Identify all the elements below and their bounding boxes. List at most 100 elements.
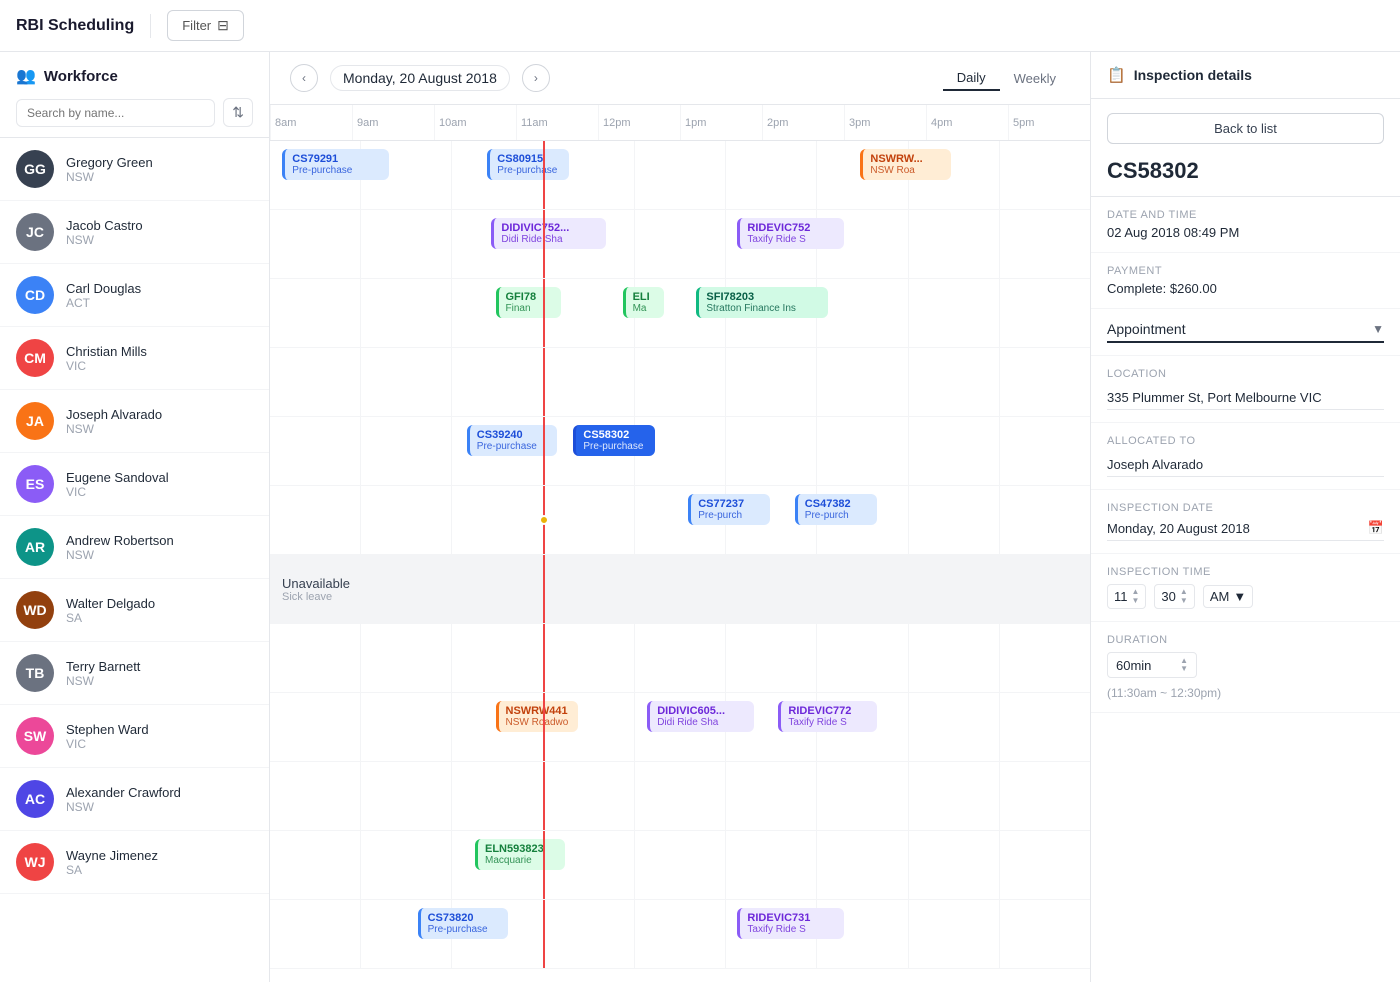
time-cell-7 <box>908 762 999 830</box>
sidebar-title-row: 👥 Workforce <box>16 66 253 86</box>
row-slots-w1: CS79291Pre-purchase CS80915Pre-purchase NS… <box>270 141 1090 209</box>
appointment-CS58302[interactable]: CS58302Pre-purchase <box>573 425 655 456</box>
filter-icon: ⊟ <box>217 17 229 34</box>
time-header-11am: 11am <box>516 105 598 140</box>
filter-button[interactable]: Filter ⊟ <box>167 10 244 41</box>
time-header-2pm: 2pm <box>762 105 844 140</box>
sort-button[interactable]: ⇅ <box>223 98 253 127</box>
worker-item-w3[interactable]: CD Carl Douglas ACT <box>0 264 269 327</box>
date-time-section: Date and time 02 Aug 2018 08:49 PM <box>1091 197 1400 253</box>
time-cell-5 <box>725 762 816 830</box>
row-slots-w9: NSWRW441NSW Roadwo DIDIVIC605...Didi Ride… <box>270 693 1090 761</box>
duration-label: Duration <box>1107 634 1384 646</box>
time-cell-0 <box>270 348 360 416</box>
prev-date-button[interactable]: ‹ <box>290 64 318 92</box>
appointment-select[interactable]: Appointment ▼ <box>1107 321 1384 343</box>
ampm-arrow-icon: ▼ <box>1233 589 1246 604</box>
appointment-NSWRW441[interactable]: NSWRW441NSW Roadwo <box>496 701 578 732</box>
time-cell-7 <box>908 417 999 485</box>
appointment-CS47382[interactable]: CS47382Pre-purch <box>795 494 877 525</box>
min-stepper[interactable]: 30 ▲ ▼ <box>1154 584 1194 609</box>
worker-item-w10[interactable]: SW Stephen Ward VIC <box>0 705 269 768</box>
worker-item-w1[interactable]: GG Gregory Green NSW <box>0 138 269 201</box>
appointment-NSWRW...[interactable]: NSWRW...NSW Roa <box>860 149 950 180</box>
daily-view-button[interactable]: Daily <box>943 66 1000 91</box>
worker-name: Eugene Sandoval <box>66 470 169 485</box>
worker-item-w2[interactable]: JC Jacob Castro NSW <box>0 201 269 264</box>
date-time-label: Date and time <box>1107 209 1384 221</box>
appt-title: RIDEVIC752 <box>747 222 837 234</box>
allocated-input[interactable] <box>1107 453 1384 477</box>
appointment-RIDEVIC772[interactable]: RIDEVIC772Taxify Ride S <box>778 701 876 732</box>
row-slots-w3: GFI78Finan ELIMa SFI78203Stratton Finance … <box>270 279 1090 347</box>
time-cell-5 <box>725 348 816 416</box>
duration-stepper[interactable]: 60min ▲ ▼ <box>1107 652 1197 678</box>
timeline-row-w2: DIDIVIC752...Didi Ride Sha RIDEVIC752Taxi… <box>270 210 1090 279</box>
timeline-row-w4 <box>270 348 1090 417</box>
appointment-ELI[interactable]: ELIMa <box>623 287 664 318</box>
appointment-CS73820[interactable]: CS73820Pre-purchase <box>418 908 508 939</box>
worker-item-w8[interactable]: WD Walter Delgado SA <box>0 579 269 642</box>
unavailable-block: Unavailable Sick leave <box>270 555 1090 623</box>
appointment-CS39240[interactable]: CS39240Pre-purchase <box>467 425 557 456</box>
hour-down-icon[interactable]: ▼ <box>1132 597 1140 605</box>
worker-item-w7[interactable]: AR Andrew Robertson NSW <box>0 516 269 579</box>
worker-item-w11[interactable]: AC Alexander Crawford NSW <box>0 768 269 831</box>
appointment-RIDEVIC731[interactable]: RIDEVIC731Taxify Ride S <box>737 908 844 939</box>
appointment-ELN593823[interactable]: ELN593823Macquarie <box>475 839 565 870</box>
appointment-CS79291[interactable]: CS79291Pre-purchase <box>282 149 389 180</box>
duration-down-icon[interactable]: ▼ <box>1180 665 1188 673</box>
appointment-GFI78[interactable]: GFI78Finan <box>496 287 562 318</box>
appointment-DIDIVIC752...[interactable]: DIDIVIC752...Didi Ride Sha <box>491 218 606 249</box>
inspection-date-label: Inspection date <box>1107 502 1384 514</box>
allocated-label: Allocated to <box>1107 435 1384 447</box>
time-cell-6 <box>816 348 907 416</box>
calendar-icon[interactable]: 📅 <box>1368 520 1384 536</box>
time-cell-8 <box>999 348 1090 416</box>
time-cell-4 <box>634 624 725 692</box>
search-input[interactable] <box>16 99 215 127</box>
ampm-select[interactable]: AM ▼ <box>1203 585 1253 608</box>
time-cell-4 <box>634 210 725 278</box>
app-title: RBI Scheduling <box>16 17 134 35</box>
worker-item-w9[interactable]: TB Terry Barnett NSW <box>0 642 269 705</box>
hour-up-icon[interactable]: ▲ <box>1132 588 1140 596</box>
appt-title: CS73820 <box>428 912 501 924</box>
min-up-icon[interactable]: ▲ <box>1180 588 1188 596</box>
time-cell-7 <box>908 348 999 416</box>
appt-sub: Pre-purchase <box>497 165 562 176</box>
worker-state: NSW <box>66 674 140 688</box>
worker-item-w12[interactable]: WJ Wayne Jimenez SA <box>0 831 269 894</box>
min-down-icon[interactable]: ▼ <box>1180 597 1188 605</box>
worker-item-w6[interactable]: ES Eugene Sandoval VIC <box>0 453 269 516</box>
appointment-SFI78203[interactable]: SFI78203Stratton Finance Ins <box>696 287 827 318</box>
min-value: 30 <box>1161 589 1175 604</box>
time-cell-8 <box>999 210 1090 278</box>
appointment-DIDIVIC605...[interactable]: DIDIVIC605...Didi Ride Sha <box>647 701 754 732</box>
worker-item-w4[interactable]: CM Christian Mills VIC <box>0 327 269 390</box>
time-cell-8 <box>999 693 1090 761</box>
appt-sub: Taxify Ride S <box>788 717 869 728</box>
appointment-CS77237[interactable]: CS77237Pre-purch <box>688 494 770 525</box>
location-input[interactable] <box>1107 386 1384 410</box>
time-cell-1 <box>360 210 451 278</box>
time-cell-0 <box>270 831 360 899</box>
weekly-view-button[interactable]: Weekly <box>1000 66 1070 91</box>
row-slots-w11: ELN593823Macquarie <box>270 831 1090 899</box>
worker-avatar: JA <box>16 402 54 440</box>
appointment-RIDEVIC752[interactable]: RIDEVIC752Taxify Ride S <box>737 218 844 249</box>
time-cell-3 <box>543 762 634 830</box>
back-to-list-button[interactable]: Back to list <box>1107 113 1384 144</box>
timeline-row-w9: NSWRW441NSW Roadwo DIDIVIC605...Didi Ride… <box>270 693 1090 762</box>
worker-name: Jacob Castro <box>66 218 143 233</box>
appt-sub: Finan <box>506 303 555 314</box>
time-cell-1 <box>360 279 451 347</box>
hour-stepper[interactable]: 11 ▲ ▼ <box>1107 584 1146 609</box>
appointment-CS80915[interactable]: CS80915Pre-purchase <box>487 149 569 180</box>
next-date-button[interactable]: › <box>522 64 550 92</box>
time-cell-8 <box>999 279 1090 347</box>
worker-avatar: JC <box>16 213 54 251</box>
time-cell-4 <box>634 348 725 416</box>
row-slots-w5: CS39240Pre-purchase CS58302Pre-purchase <box>270 417 1090 485</box>
worker-item-w5[interactable]: JA Joseph Alvarado NSW <box>0 390 269 453</box>
